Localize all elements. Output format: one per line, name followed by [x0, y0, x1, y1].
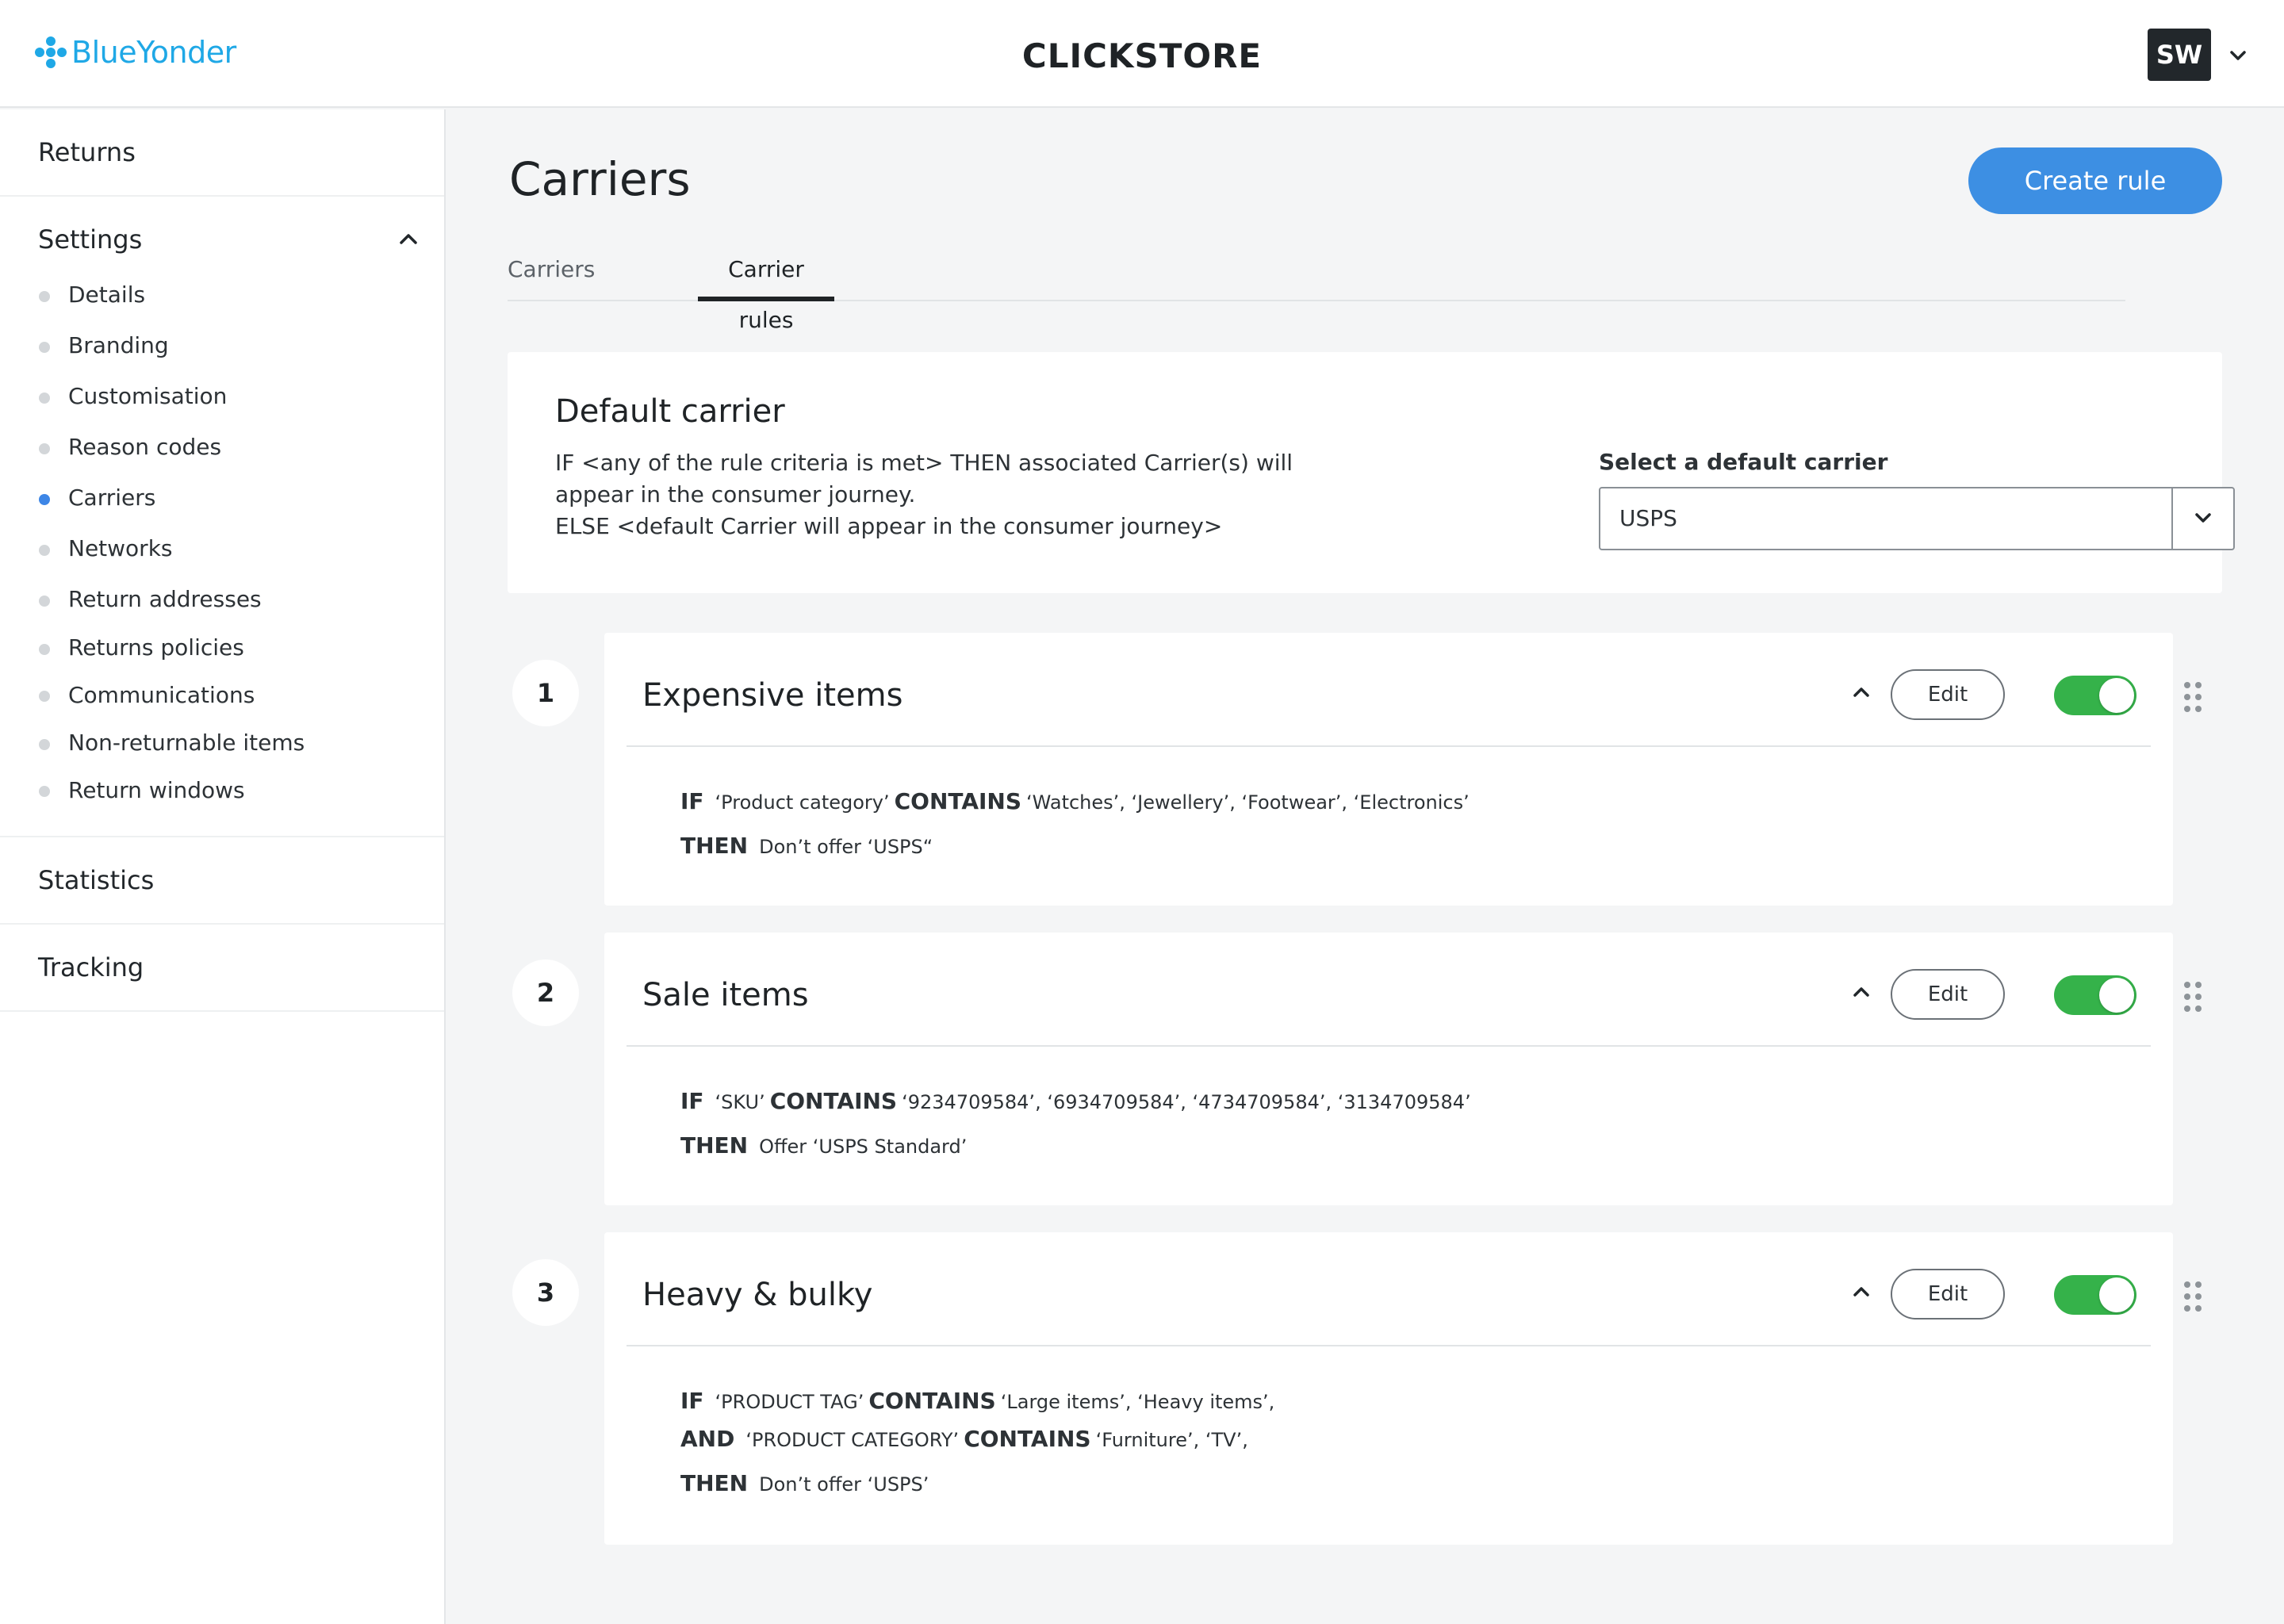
sidebar-item-statistics[interactable]: Statistics — [0, 837, 444, 923]
sidebar-section-returns: Returns — [0, 109, 444, 197]
rule-number: 1 — [512, 660, 579, 726]
chevron-up-icon[interactable] — [1849, 1280, 1873, 1304]
bullet-icon — [39, 393, 50, 404]
create-rule-button[interactable]: Create rule — [1968, 147, 2222, 214]
rule-condition: IF ‘PRODUCT TAG’ CONTAINS ‘Large items’, ‘H… — [680, 1388, 1275, 1414]
rule-number: 3 — [512, 1259, 579, 1326]
sidebar-item-return-addresses[interactable]: Return addresses — [0, 574, 444, 625]
tab-carriers[interactable]: Carriers — [508, 244, 611, 301]
sidebar-item-returns-policies[interactable]: Returns policies — [0, 625, 444, 671]
bullet-icon — [39, 342, 50, 353]
bullet-icon — [39, 545, 50, 556]
sidebar-item-carriers[interactable]: Carriers — [0, 473, 444, 523]
chevron-up-icon[interactable] — [1849, 980, 1873, 1004]
sidebar-item-details[interactable]: Details — [0, 270, 444, 320]
rule-action: THEN Offer ‘USPS Standard’ — [680, 1132, 968, 1159]
rule-condition: AND ‘PRODUCT CATEGORY’ CONTAINS ‘Furniture’… — [680, 1426, 1248, 1452]
toggle-knob — [2099, 1277, 2134, 1312]
default-carrier-title: Default carrier — [555, 393, 785, 430]
default-carrier-select-label: Select a default carrier — [1599, 449, 1888, 475]
logo-text: BlueYonder — [71, 35, 236, 70]
default-carrier-card: Default carrier IF <any of the rule crit… — [508, 352, 2235, 593]
rule-enabled-toggle[interactable] — [2054, 676, 2136, 715]
drag-handle-icon[interactable] — [2184, 982, 2203, 1013]
edit-rule-button[interactable]: Edit — [1891, 969, 2005, 1020]
sidebar-item-communications[interactable]: Communications — [0, 671, 444, 720]
rule-card: Sale items Edit IF ‘SKU’ CONTAINS ‘92347095… — [604, 933, 2173, 1205]
rule-number: 2 — [512, 959, 579, 1026]
toggle-knob — [2099, 978, 2134, 1013]
drag-handle-icon[interactable] — [2184, 682, 2203, 714]
rule-card: Heavy & bulky Edit IF ‘PRODUCT TAG’ CONTAI… — [604, 1232, 2173, 1545]
sidebar-section-statistics: Statistics — [0, 837, 444, 925]
chevron-up-icon[interactable] — [1849, 680, 1873, 704]
active-bullet-icon — [39, 494, 50, 505]
rule-condition: IF ‘SKU’ CONTAINS ‘9234709584’, ‘6934709584… — [680, 1088, 1471, 1114]
drag-handle-icon[interactable] — [2184, 1281, 2203, 1313]
rule-title: Sale items — [642, 977, 809, 1013]
edit-rule-button[interactable]: Edit — [1891, 669, 2005, 720]
default-carrier-description: IF <any of the rule criteria is met> THE… — [555, 450, 1293, 539]
tab-bar: Carriers Carrier rules — [508, 244, 2125, 333]
bullet-icon — [39, 596, 50, 607]
bullet-icon — [39, 739, 50, 750]
toggle-knob — [2099, 678, 2134, 713]
chevron-up-icon — [400, 234, 417, 244]
store-name: CLICKSTORE — [1021, 36, 1263, 75]
sidebar-item-networks[interactable]: Networks — [0, 523, 444, 574]
settings-submenu: Details Branding Customisation Reason co… — [0, 270, 444, 836]
rule-action: THEN Don’t offer ‘USPS’ — [680, 1470, 929, 1496]
main-content: Carriers Create rule Carriers Carrier ru… — [447, 109, 2284, 1624]
sidebar-item-non-returnable-items[interactable]: Non-returnable items — [0, 720, 444, 766]
tab-carrier-rules[interactable]: Carrier rules — [698, 244, 834, 333]
sidebar-section-tracking: Tracking — [0, 925, 444, 1012]
page-title: Carriers — [509, 152, 691, 206]
rule-header: Sale items Edit — [627, 933, 2151, 1047]
sidebar-item-tracking[interactable]: Tracking — [0, 925, 444, 1010]
chevron-down-icon — [2195, 513, 2211, 523]
rule-header: Heavy & bulky Edit — [627, 1232, 2151, 1346]
default-carrier-select[interactable]: USPS — [1599, 487, 2235, 550]
rule-title: Heavy & bulky — [642, 1277, 873, 1313]
rule-enabled-toggle[interactable] — [2054, 975, 2136, 1015]
rule-action: THEN Don’t offer ‘USPS“ — [680, 833, 933, 859]
rule-header: Expensive items Edit — [627, 633, 2151, 747]
bullet-icon — [39, 644, 50, 655]
sidebar-item-return-windows[interactable]: Return windows — [0, 766, 444, 815]
user-avatar[interactable]: SW — [2148, 29, 2211, 81]
sidebar-item-returns[interactable]: Returns — [0, 109, 444, 195]
sidebar-item-customisation[interactable]: Customisation — [0, 371, 444, 422]
logo-mark-icon — [35, 36, 67, 68]
sidebar-item-reason-codes[interactable]: Reason codes — [0, 422, 444, 473]
rule-condition: IF ‘Product category’ CONTAINS ‘Watches’, ‘… — [680, 788, 1470, 814]
blueyonder-logo[interactable]: BlueYonder — [35, 35, 236, 70]
rule-card: Expensive items Edit IF ‘Product category… — [604, 633, 2173, 906]
bullet-icon — [39, 691, 50, 702]
sidebar-item-label: Settings — [38, 224, 143, 255]
sidebar: Returns Settings Details Branding Custom… — [0, 109, 446, 1624]
bullet-icon — [39, 291, 50, 302]
top-bar: BlueYonder CLICKSTORE SW — [0, 0, 2284, 108]
default-carrier-select-value: USPS — [1619, 505, 1677, 531]
select-dropdown-button[interactable] — [2171, 488, 2233, 549]
rule-enabled-toggle[interactable] — [2054, 1275, 2136, 1315]
rule-title: Expensive items — [642, 677, 903, 714]
chevron-down-icon[interactable] — [2227, 44, 2249, 67]
sidebar-item-branding[interactable]: Branding — [0, 320, 444, 371]
edit-rule-button[interactable]: Edit — [1891, 1269, 2005, 1320]
sidebar-section-settings: Settings Details Branding Customisation … — [0, 197, 444, 837]
bullet-icon — [39, 443, 50, 454]
bullet-icon — [39, 786, 50, 797]
